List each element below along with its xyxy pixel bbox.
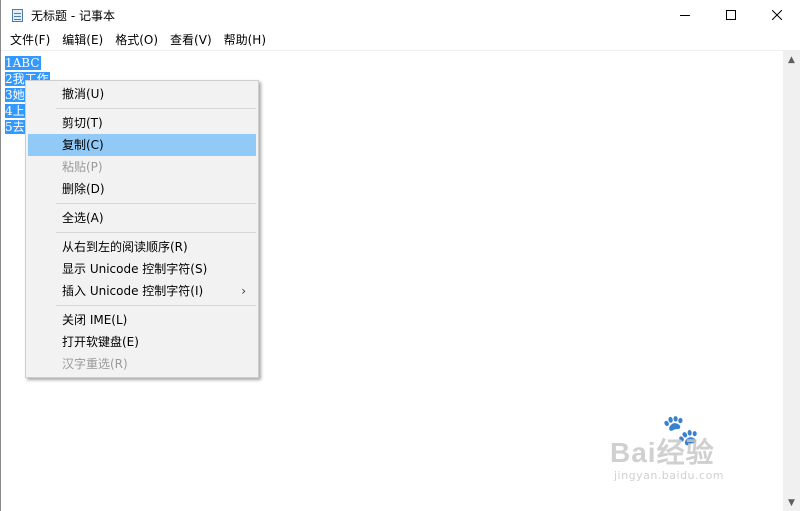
window-title: 无标题 - 记事本 <box>31 8 115 23</box>
scroll-thumb[interactable] <box>787 71 796 491</box>
watermark-url: jingyan.baidu.com <box>614 469 725 482</box>
notepad-icon <box>11 7 25 23</box>
maximize-button[interactable] <box>708 0 754 30</box>
minimize-icon <box>680 15 690 16</box>
menu-separator <box>56 203 256 204</box>
menu-item-show-unicode[interactable]: 显示 Unicode 控制字符(S) <box>28 258 256 280</box>
menu-item-rtl-reading[interactable]: 从右到左的阅读顺序(R) <box>28 236 256 258</box>
menu-edit[interactable]: 编辑(E) <box>56 30 109 50</box>
watermark-brand: Bai经验 <box>610 437 715 468</box>
scroll-up-icon[interactable]: ▲ <box>783 51 800 68</box>
title-bar[interactable]: 无标题 - 记事本 <box>1 0 800 30</box>
maximize-icon <box>726 10 736 20</box>
menu-item-close-ime[interactable]: 关闭 IME(L) <box>28 309 256 331</box>
close-icon <box>772 10 782 20</box>
vertical-scrollbar[interactable]: ▲ ▼ <box>783 51 800 511</box>
menu-item-label: 插入 Unicode 控制字符(I) <box>62 284 204 298</box>
menu-separator <box>56 108 256 109</box>
text-line[interactable]: 1ABC <box>5 55 50 71</box>
menu-item-soft-keyboard[interactable]: 打开软键盘(E) <box>28 331 256 353</box>
close-button[interactable] <box>754 0 800 30</box>
menu-separator <box>56 232 256 233</box>
menu-item-paste[interactable]: 粘贴(P) <box>28 156 256 178</box>
menu-separator <box>56 305 256 306</box>
scroll-down-icon[interactable]: ▼ <box>783 494 800 511</box>
menu-format[interactable]: 格式(O) <box>109 30 164 50</box>
menu-item-insert-unicode[interactable]: 插入 Unicode 控制字符(I) › <box>28 280 256 302</box>
context-menu: 撤消(U) 剪切(T) 复制(C) 粘贴(P) 删除(D) 全选(A) 从右到左… <box>25 80 259 378</box>
menu-item-copy[interactable]: 复制(C) <box>28 134 256 156</box>
menu-item-reconversion[interactable]: 汉字重选(R) <box>28 353 256 375</box>
menu-view[interactable]: 查看(V) <box>164 30 218 50</box>
menu-item-select-all[interactable]: 全选(A) <box>28 207 256 229</box>
menu-bar: 文件(F) 编辑(E) 格式(O) 查看(V) 帮助(H) <box>1 30 800 51</box>
chevron-right-icon: › <box>241 284 246 298</box>
menu-file[interactable]: 文件(F) <box>1 30 56 50</box>
menu-item-cut[interactable]: 剪切(T) <box>28 112 256 134</box>
menu-item-undo[interactable]: 撤消(U) <box>28 83 256 105</box>
menu-help[interactable]: 帮助(H) <box>218 30 272 50</box>
minimize-button[interactable] <box>662 0 708 30</box>
baidu-watermark: 🐾 Bai经验 jingyan.baidu.com <box>610 413 760 491</box>
menu-item-delete[interactable]: 删除(D) <box>28 178 256 200</box>
